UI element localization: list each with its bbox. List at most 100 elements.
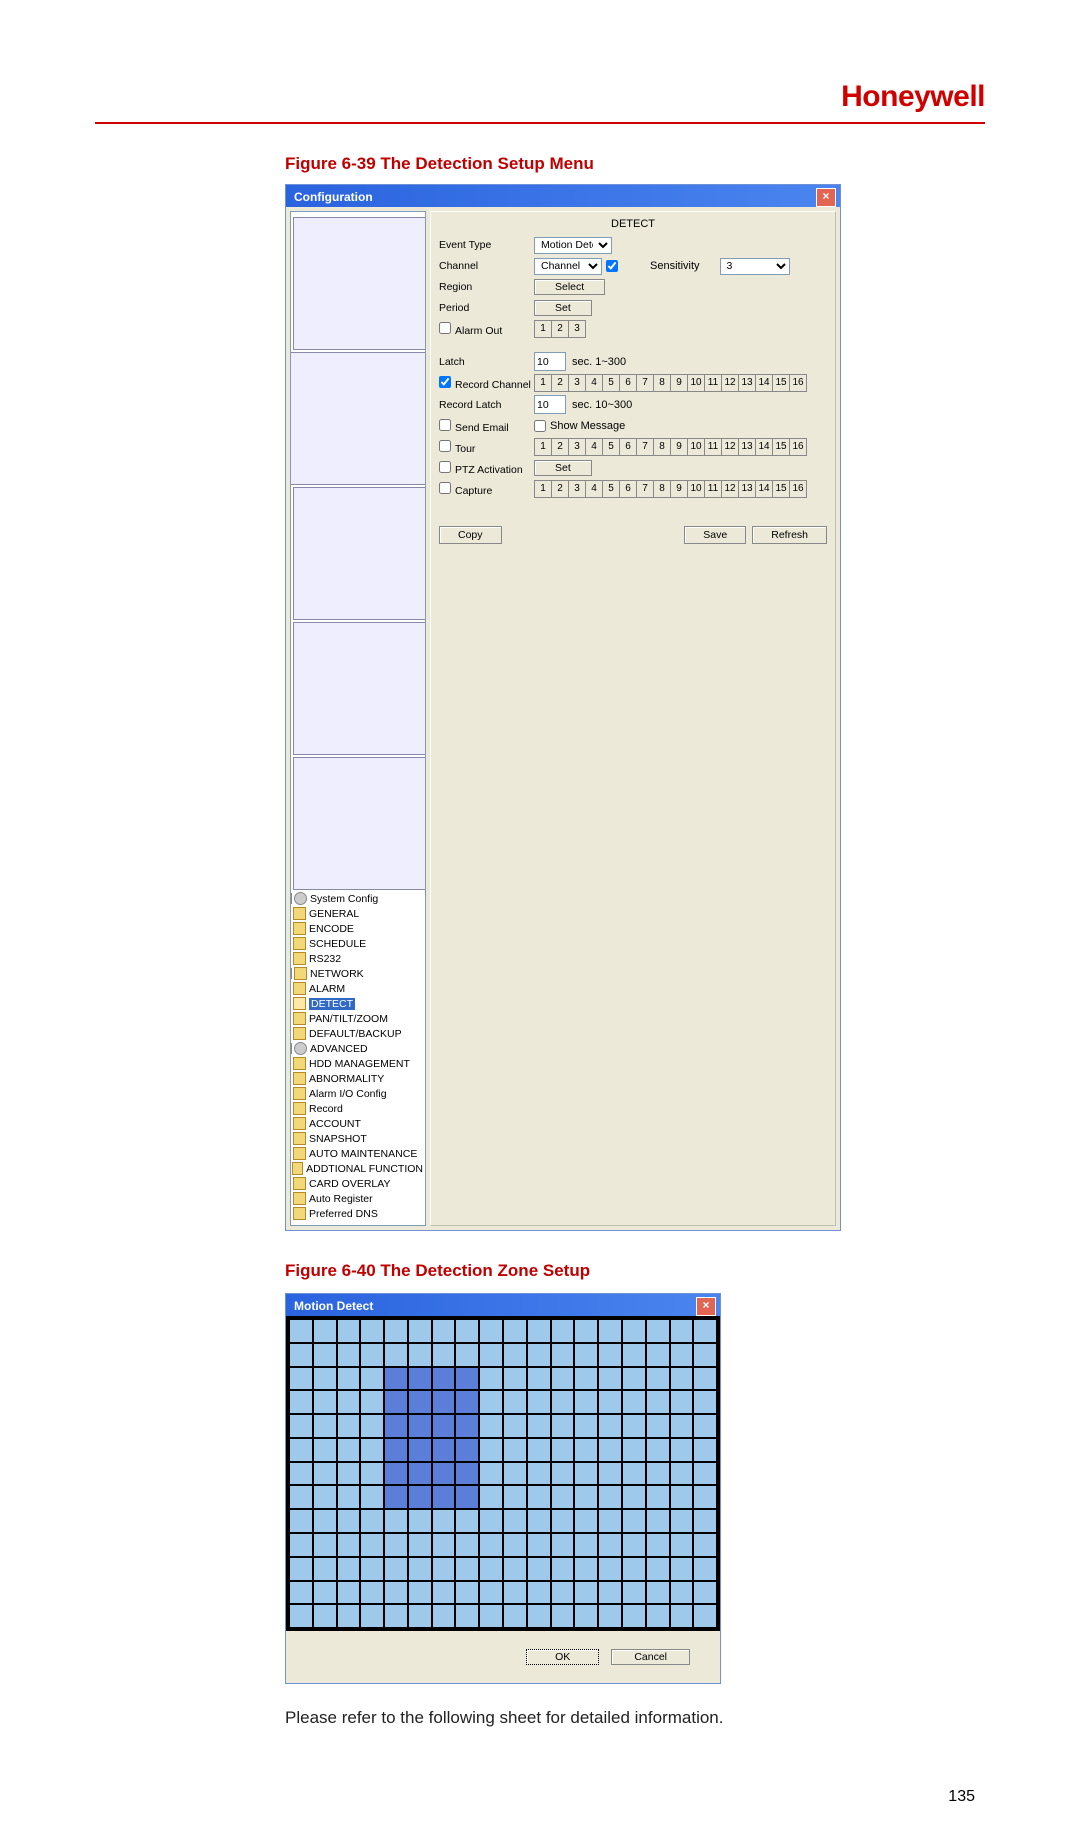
zone-cell[interactable] <box>314 1344 336 1366</box>
zone-cell[interactable] <box>409 1582 431 1604</box>
zone-cell[interactable] <box>409 1344 431 1366</box>
zone-cell[interactable] <box>433 1486 455 1508</box>
zone-cell[interactable] <box>575 1415 597 1437</box>
zone-cell[interactable] <box>433 1415 455 1437</box>
tree-item-advanced[interactable]: -ADVANCED <box>293 1041 423 1056</box>
channel-cell[interactable]: 15 <box>773 481 790 497</box>
zone-cell[interactable] <box>623 1391 645 1413</box>
channel-cell[interactable]: 1 <box>535 481 552 497</box>
zone-cell[interactable] <box>456 1605 478 1627</box>
zone-cell[interactable] <box>528 1368 550 1390</box>
zone-cell[interactable] <box>456 1510 478 1532</box>
zone-cell[interactable] <box>599 1510 621 1532</box>
tree-item-detect[interactable]: DETECT <box>293 996 423 1011</box>
zone-cell[interactable] <box>338 1320 360 1342</box>
zone-cell[interactable] <box>552 1391 574 1413</box>
zone-cell[interactable] <box>552 1320 574 1342</box>
zone-cell[interactable] <box>575 1463 597 1485</box>
zone-cell[interactable] <box>694 1558 716 1580</box>
zone-cell[interactable] <box>528 1534 550 1556</box>
channel-cell[interactable]: 2 <box>552 481 569 497</box>
zone-cell[interactable] <box>361 1368 383 1390</box>
zone-cell[interactable] <box>504 1582 526 1604</box>
channel-cell[interactable]: 16 <box>790 439 806 455</box>
zone-cell[interactable] <box>694 1605 716 1627</box>
zone-cell[interactable] <box>314 1510 336 1532</box>
zone-cell[interactable] <box>671 1439 693 1461</box>
channel-cell[interactable]: 1 <box>535 321 552 337</box>
zone-cell[interactable] <box>409 1605 431 1627</box>
zone-cell[interactable] <box>599 1368 621 1390</box>
zone-cell[interactable] <box>528 1510 550 1532</box>
zone-cell[interactable] <box>290 1368 312 1390</box>
tree-item-snapshot[interactable]: SNAPSHOT <box>293 1131 423 1146</box>
zone-cell[interactable] <box>480 1415 502 1437</box>
zone-cell[interactable] <box>623 1463 645 1485</box>
zone-cell[interactable] <box>290 1344 312 1366</box>
zone-cell[interactable] <box>456 1558 478 1580</box>
tree-item-hddm[interactable]: HDD MANAGEMENT <box>293 1056 423 1071</box>
tree-item-schedule[interactable]: SCHEDULE <box>293 936 423 951</box>
zone-cell[interactable] <box>385 1582 407 1604</box>
tree-item-account[interactable]: ACCOUNT <box>293 1116 423 1131</box>
zone-cell[interactable] <box>409 1320 431 1342</box>
channel-cell[interactable]: 12 <box>722 439 739 455</box>
zone-cell[interactable] <box>671 1344 693 1366</box>
tree-item-ptz[interactable]: PAN/TILT/ZOOM <box>293 1011 423 1026</box>
cancel-button[interactable]: Cancel <box>611 1649 690 1665</box>
zone-cell[interactable] <box>361 1439 383 1461</box>
zone-cell[interactable] <box>456 1582 478 1604</box>
zone-cell[interactable] <box>338 1605 360 1627</box>
zone-cell[interactable] <box>409 1510 431 1532</box>
zone-cell[interactable] <box>575 1534 597 1556</box>
zone-cell[interactable] <box>361 1582 383 1604</box>
zone-cell[interactable] <box>385 1486 407 1508</box>
zone-cell[interactable] <box>552 1415 574 1437</box>
capture-grid[interactable]: 12345678910111213141516 <box>534 480 807 498</box>
channel-cell[interactable]: 1 <box>535 439 552 455</box>
zone-cell[interactable] <box>575 1320 597 1342</box>
zone-cell[interactable] <box>433 1463 455 1485</box>
zone-cell[interactable] <box>338 1344 360 1366</box>
channel-cell[interactable]: 9 <box>671 481 688 497</box>
zone-cell[interactable] <box>647 1486 669 1508</box>
zone-cell[interactable] <box>647 1605 669 1627</box>
channel-cell[interactable]: 1 <box>535 375 552 391</box>
channel-cell[interactable]: 16 <box>790 375 806 391</box>
zone-cell[interactable] <box>504 1344 526 1366</box>
tree-item-general[interactable]: GENERAL <box>293 906 423 921</box>
zone-cell[interactable] <box>480 1605 502 1627</box>
zone-cell[interactable] <box>671 1558 693 1580</box>
zone-cell[interactable] <box>671 1486 693 1508</box>
zone-cell[interactable] <box>314 1558 336 1580</box>
tree-item-record[interactable]: Record <box>293 1101 423 1116</box>
zone-cell[interactable] <box>552 1344 574 1366</box>
zone-cell[interactable] <box>361 1486 383 1508</box>
channel-cell[interactable]: 6 <box>620 375 637 391</box>
channel-cell[interactable]: 4 <box>586 439 603 455</box>
zone-cell[interactable] <box>552 1582 574 1604</box>
event-type-select[interactable]: Motion Detect <box>534 237 612 254</box>
zone-cell[interactable] <box>623 1439 645 1461</box>
channel-cell[interactable]: 3 <box>569 439 586 455</box>
zone-cell[interactable] <box>361 1391 383 1413</box>
zone-cell[interactable] <box>647 1439 669 1461</box>
zone-cell[interactable] <box>290 1582 312 1604</box>
show-message-checkbox[interactable] <box>534 420 546 432</box>
zone-cell[interactable] <box>599 1344 621 1366</box>
zone-cell[interactable] <box>504 1368 526 1390</box>
channel-cell[interactable]: 9 <box>671 439 688 455</box>
motion-zone-grid[interactable] <box>290 1320 716 1627</box>
zone-cell[interactable] <box>480 1486 502 1508</box>
zone-cell[interactable] <box>433 1391 455 1413</box>
tree-item-cardov[interactable]: CARD OVERLAY <box>293 1176 423 1191</box>
zone-cell[interactable] <box>623 1558 645 1580</box>
zone-cell[interactable] <box>528 1605 550 1627</box>
zone-cell[interactable] <box>647 1534 669 1556</box>
channel-cell[interactable]: 6 <box>620 481 637 497</box>
zone-cell[interactable] <box>433 1510 455 1532</box>
channel-cell[interactable]: 16 <box>790 481 806 497</box>
zone-cell[interactable] <box>433 1368 455 1390</box>
zone-cell[interactable] <box>575 1439 597 1461</box>
zone-cell[interactable] <box>314 1320 336 1342</box>
